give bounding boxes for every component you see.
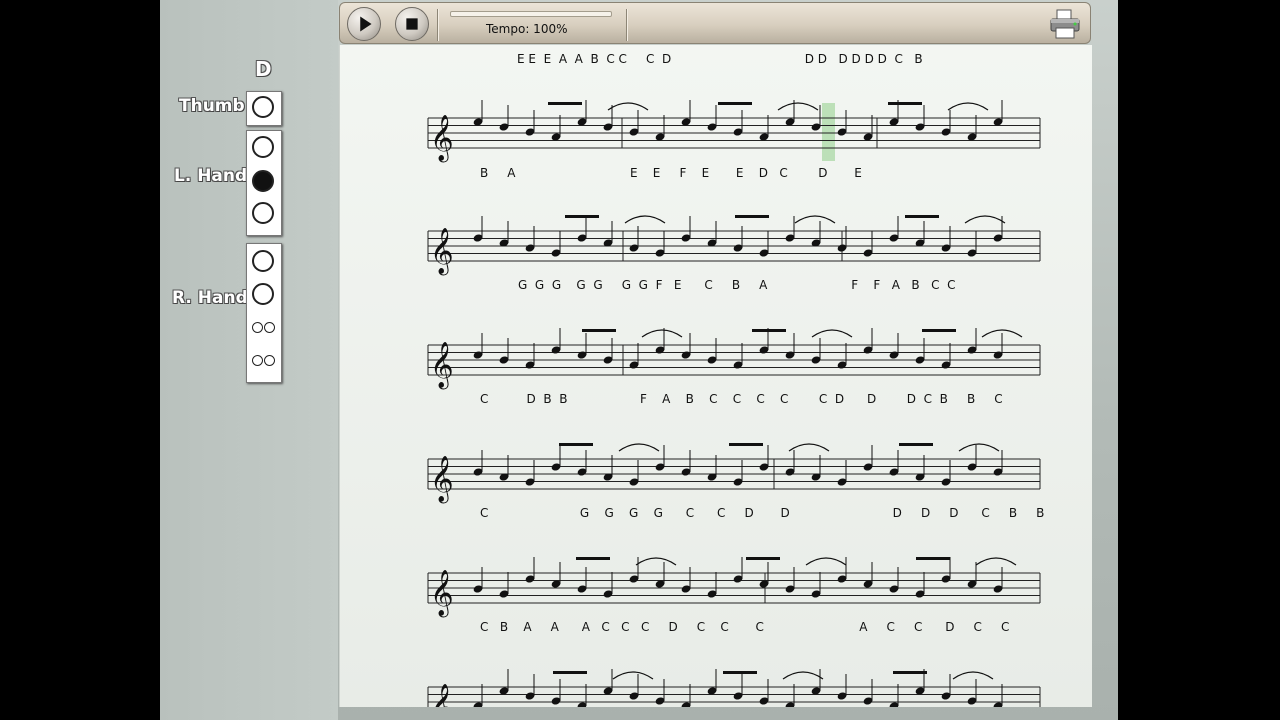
- stop-button[interactable]: [395, 7, 429, 41]
- stop-icon: [396, 8, 428, 40]
- slur: [607, 102, 649, 111]
- treble-clef: 𝄞: [430, 456, 454, 504]
- slur: [641, 329, 683, 338]
- left-hand-hole-1: [252, 136, 274, 158]
- slur: [958, 443, 1000, 452]
- slur: [964, 215, 1006, 224]
- current-note-highlight: [822, 103, 835, 161]
- print-button[interactable]: [1048, 8, 1082, 40]
- right-hand-hole-1: [252, 250, 274, 272]
- note-beam: [718, 102, 752, 105]
- slur: [612, 671, 654, 680]
- left-hand-hole-3: [252, 202, 274, 224]
- right-hand-hole-3a: [252, 322, 263, 333]
- note-beam: [576, 557, 610, 560]
- sheet-music: E E E A A B C C C D D D D D D D C B 𝄞 𝄞 𝄞 𝄞…: [339, 45, 1092, 707]
- toolbar-separator: [626, 9, 628, 41]
- slur: [794, 215, 836, 224]
- slur: [618, 443, 660, 452]
- treble-clef: 𝄞: [430, 342, 454, 390]
- printer-icon: [1050, 9, 1080, 39]
- note-beam: [565, 215, 599, 218]
- note-beam: [746, 557, 780, 560]
- note-beam: [735, 215, 769, 218]
- left-hand-label: L. Hand: [174, 166, 248, 186]
- note-beam: [559, 443, 593, 446]
- note-beam: [548, 102, 582, 105]
- note-beam: [729, 443, 763, 446]
- tempo-label: Tempo: 100%: [486, 22, 568, 36]
- right-hand-hole-2: [252, 283, 274, 305]
- note-names-row-1: B A E E F E E D C D E: [480, 166, 862, 180]
- treble-clef: 𝄞: [430, 570, 454, 618]
- thumb-label: Thumb: [179, 96, 245, 116]
- score-staves: 𝄞 𝄞 𝄞 𝄞 𝄞 𝄞: [427, 100, 1041, 707]
- note-beam: [899, 443, 933, 446]
- note-beam: [582, 329, 616, 332]
- note-names-row-3: C D B B F A B C C C C C D D D C B B C: [480, 392, 1003, 406]
- note-beam: [888, 102, 922, 105]
- note-names-row-5: C B A A A C C C D C C C A C C D C C: [480, 620, 1010, 634]
- note-beam: [553, 671, 587, 674]
- slur: [952, 671, 994, 680]
- note-beam: [905, 215, 939, 218]
- right-hand-hole-4a: [252, 355, 263, 366]
- thumb-hole-group: [246, 91, 282, 126]
- treble-clef: 𝄞: [430, 684, 454, 707]
- play-icon: [348, 8, 380, 40]
- slur: [975, 557, 1017, 566]
- right-hand-hole-group: [246, 243, 282, 383]
- left-hand-hole-group: [246, 130, 282, 236]
- slur: [782, 671, 824, 680]
- tempo-slider[interactable]: [450, 11, 612, 17]
- slur: [788, 443, 830, 452]
- slur: [811, 329, 853, 338]
- note-beam: [916, 557, 950, 560]
- thumb-hole: [252, 96, 274, 118]
- right-hand-hole-4b: [264, 355, 275, 366]
- playback-toolbar: Tempo: 100%: [339, 2, 1091, 44]
- slur: [777, 102, 819, 111]
- toolbar-separator: [437, 9, 439, 41]
- left-hand-hole-2-covered: [252, 170, 274, 192]
- note-names-row-4: C G G G G C C D D D D D C B B: [480, 506, 1045, 520]
- recorder-app: D Thumb L. Hand R. Hand Tempo: 100% E E …: [160, 0, 1118, 720]
- treble-clef: 𝄞: [430, 228, 454, 276]
- slur: [805, 557, 847, 566]
- slur: [624, 215, 666, 224]
- note-beam: [893, 671, 927, 674]
- play-button[interactable]: [347, 7, 381, 41]
- note-beam: [723, 671, 757, 674]
- slur: [947, 102, 989, 111]
- fingering-panel: D Thumb L. Hand R. Hand: [160, 0, 338, 720]
- treble-clef: 𝄞: [430, 115, 454, 163]
- right-hand-hole-3b: [264, 322, 275, 333]
- note-beam: [752, 329, 786, 332]
- note-names-row-2: G G G G G G G F E C B A F F A B C C: [518, 278, 956, 292]
- slur: [635, 557, 677, 566]
- current-note-label: D: [255, 57, 272, 81]
- note-beam: [922, 329, 956, 332]
- right-hand-label: R. Hand: [172, 288, 248, 308]
